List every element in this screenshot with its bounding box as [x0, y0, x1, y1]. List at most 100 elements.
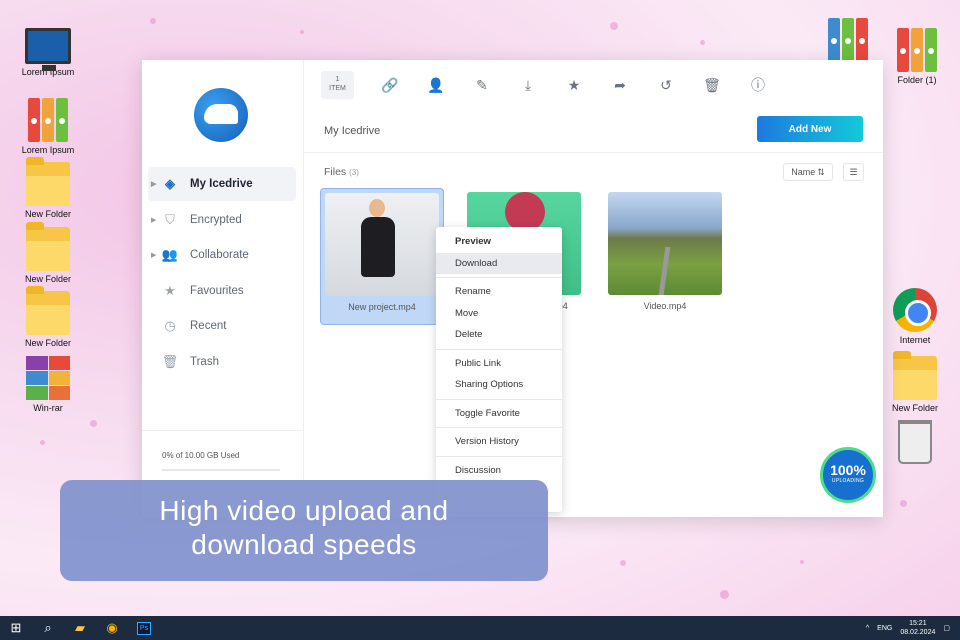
sidebar-item-label: Trash — [190, 355, 219, 368]
sidebar-item-label: Encrypted — [190, 213, 242, 226]
sidebar-item-encrypted[interactable]: ▶ ⛉ Encrypted — [148, 203, 296, 237]
banner-line-1: High video upload and — [159, 495, 449, 526]
winrar-icon — [26, 356, 70, 400]
clock[interactable]: 15:21 08.02.2024 — [900, 619, 935, 637]
caret-right-icon[interactable]: ▶ — [151, 216, 156, 224]
chevron-up-icon[interactable]: ^ — [866, 625, 869, 632]
pencil-icon[interactable]: ✎ — [459, 77, 505, 94]
binders-icon — [826, 18, 870, 62]
menu-divider — [436, 277, 562, 278]
taskbar: ⊞ ⌕ ▰ ◉ Ps ^ ENG 15:21 08.02.2024 ▢ — [0, 616, 960, 640]
item-count-number: 1 — [335, 76, 340, 83]
desktop-icon-label: Folder (1) — [897, 75, 937, 85]
binders-icon — [895, 28, 939, 72]
history-icon[interactable]: ↺ — [643, 77, 689, 94]
icedrive-logo — [194, 88, 248, 142]
sort-icon: ⇅ — [817, 166, 825, 177]
folder-icon — [26, 157, 70, 206]
windows-start-icon[interactable]: ⊞ — [0, 616, 32, 640]
clock-icon: ◷ — [164, 318, 176, 333]
search-icon[interactable]: ⌕ — [32, 616, 64, 640]
desktop-icon-label: Internet — [899, 335, 931, 345]
sidebar-item-label: My Icedrive — [190, 178, 253, 190]
file-card[interactable]: Video.mp4 — [603, 188, 727, 325]
menu-item-delete[interactable]: Delete — [436, 324, 562, 346]
menu-item-discussion[interactable]: Discussion — [436, 460, 562, 482]
notification-icon[interactable]: ▢ — [943, 624, 950, 632]
desktop-icon-binders-top[interactable] — [816, 18, 880, 65]
users-icon: 👥 — [161, 247, 179, 262]
menu-item-version-history[interactable]: Version History — [436, 431, 562, 453]
caret-right-icon[interactable]: ▶ — [151, 251, 156, 259]
folder-icon — [893, 351, 937, 400]
star-icon[interactable]: ★ — [551, 77, 597, 94]
monitor-icon — [25, 28, 71, 71]
trash-icon[interactable]: 🗑 — [689, 77, 735, 94]
file-name: New project.mp4 — [348, 302, 416, 312]
desktop-icon-lorem-ipsum-2[interactable]: Lorem Ipsum — [16, 98, 80, 155]
download-icon[interactable]: ⤓ — [505, 77, 551, 94]
menu-divider — [436, 348, 562, 350]
desktop-icon-lorem-ipsum-1[interactable]: Lorem Ipsum — [16, 28, 80, 77]
menu-item-download[interactable]: Download — [436, 252, 562, 274]
desktop-icon-win-rar[interactable]: Win-rar — [16, 356, 80, 413]
sidebar-item-my-icedrive[interactable]: ▶ ◈ My Icedrive — [148, 167, 296, 201]
list-view-icon[interactable]: ☰ — [843, 163, 864, 181]
banner-line-2: download speeds — [191, 529, 417, 560]
add-user-icon[interactable]: 👤 — [413, 77, 459, 94]
item-count-label: ITEM — [329, 85, 346, 92]
photoshop-icon[interactable]: Ps — [128, 616, 160, 640]
desktop-icon-label: New Folder — [24, 274, 71, 284]
desktop-icon-label: New Folder — [24, 338, 71, 348]
breadcrumb[interactable]: My Icedrive — [324, 125, 380, 137]
sidebar-item-collaborate[interactable]: ▶ 👥 Collaborate — [148, 238, 296, 272]
menu-item-move[interactable]: Move — [436, 303, 562, 325]
storage-bar — [162, 469, 280, 471]
chrome-taskbar-icon[interactable]: ◉ — [96, 616, 128, 640]
desktop-icon-label: Lorem Ipsum — [21, 145, 75, 155]
system-tray: ^ ENG 15:21 08.02.2024 ▢ — [866, 619, 960, 637]
file-name: Video.mp4 — [643, 301, 687, 311]
desktop-icon-new-folder-right[interactable]: New Folder — [883, 351, 947, 413]
sidebar-item-favourites[interactable]: ★ Favourites — [148, 274, 296, 308]
sidebar-item-trash[interactable]: 🗑 Trash — [148, 345, 296, 379]
menu-item-sharing-options[interactable]: Sharing Options — [436, 374, 562, 396]
upload-percent: 100% — [830, 462, 866, 478]
selected-item-count: 1 ITEM — [321, 71, 354, 99]
desktop-icon-internet[interactable]: Internet — [883, 288, 947, 345]
desktop-icon-new-folder-1[interactable]: New Folder — [16, 157, 80, 219]
storage-text: 0% of 10.00 GB Used — [162, 451, 240, 460]
desktop-icon-new-folder-3[interactable]: New Folder — [16, 286, 80, 348]
header-divider — [304, 152, 883, 153]
sort-button[interactable]: Name ⇅ — [783, 163, 833, 181]
storage-usage: 0% of 10.00 GB Used — [142, 430, 304, 471]
desktop-icon-recycle-bin[interactable] — [883, 420, 947, 467]
sidebar-item-label: Collaborate — [190, 249, 249, 261]
context-menu: Preview Download Rename Move Delete Publ… — [436, 227, 562, 512]
toolbar: 1 ITEM 🔗 👤 ✎ ⤓ ★ ➦ ↺ 🗑 ⓘ — [304, 60, 883, 110]
menu-divider — [436, 455, 562, 457]
sidebar: ▶ ◈ My Icedrive ▶ ⛉ Encrypted ▶ 👥 Collab… — [142, 60, 304, 517]
menu-item-public-link[interactable]: Public Link — [436, 353, 562, 375]
desktop-icon-label: New Folder — [24, 209, 71, 219]
language-indicator[interactable]: ENG — [877, 625, 892, 632]
promo-banner: High video upload and download speeds — [60, 480, 548, 581]
info-icon[interactable]: ⓘ — [735, 75, 781, 95]
layers-icon: ◈ — [165, 176, 175, 191]
chrome-icon — [893, 288, 937, 332]
link-icon[interactable]: 🔗 — [367, 77, 413, 94]
sidebar-item-recent[interactable]: ◷ Recent — [148, 309, 296, 343]
files-heading: Files (3) — [324, 166, 359, 178]
menu-item-preview[interactable]: Preview — [436, 231, 562, 253]
menu-item-rename[interactable]: Rename — [436, 281, 562, 303]
files-count: (3) — [349, 168, 359, 177]
file-card[interactable]: New project.mp4 — [320, 188, 444, 325]
add-new-button[interactable]: Add New — [757, 116, 863, 142]
file-explorer-icon[interactable]: ▰ — [64, 616, 96, 640]
desktop-icon-new-folder-2[interactable]: New Folder — [16, 222, 80, 284]
caret-right-icon[interactable]: ▶ — [151, 180, 156, 188]
share-icon[interactable]: ➦ — [597, 77, 643, 94]
desktop-icon-folder-1[interactable]: Folder (1) — [885, 28, 949, 85]
menu-item-toggle-favorite[interactable]: Toggle Favorite — [436, 403, 562, 425]
menu-divider — [436, 427, 562, 428]
